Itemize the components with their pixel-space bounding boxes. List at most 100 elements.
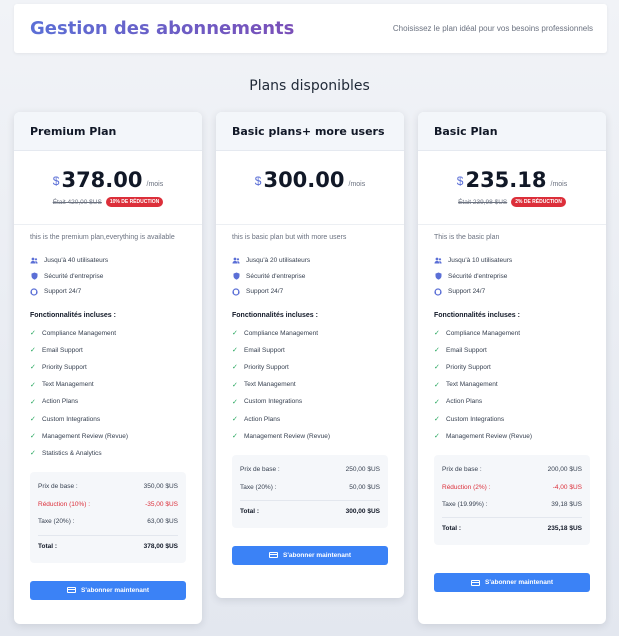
feature-item: ✓ Management Review (Revue) — [232, 428, 388, 445]
users-icon — [30, 257, 38, 265]
feature-item: ✓ Compliance Management — [30, 325, 186, 342]
feature-label: Action Plans — [244, 415, 281, 423]
price-currency: $ — [254, 174, 262, 188]
price-block: $ 378.00 /mois Était 420,00 $US 10% DE R… — [14, 151, 202, 225]
total-label: Total : — [442, 525, 462, 533]
check-icon: ✓ — [434, 347, 440, 355]
meta-item: Support 24/7 — [232, 284, 388, 300]
check-icon: ✓ — [30, 398, 36, 406]
summary-label: Prix de base : — [442, 466, 482, 474]
meta-item: Sécurité d'entreprise — [434, 269, 590, 285]
check-icon: ✓ — [232, 347, 238, 355]
feature-label: Custom Integrations — [446, 415, 505, 423]
summary-value: 50,00 $US — [349, 483, 380, 491]
plan-meta: Jusqu'à 20 utilisateurs Sécurité d'entre… — [232, 253, 388, 300]
feature-item: ✓ Email Support — [434, 342, 590, 359]
feature-item: ✓ Action Plans — [30, 393, 186, 410]
meta-text: Support 24/7 — [246, 288, 284, 296]
credit-card-icon — [67, 587, 76, 593]
subscribe-label: S'abonner maintenant — [283, 551, 351, 559]
meta-item: Support 24/7 — [434, 284, 590, 300]
total-label: Total : — [240, 507, 260, 515]
summary-label: Taxe (19.99%) : — [442, 501, 488, 509]
feature-item: ✓ Management Review (Revue) — [434, 428, 590, 445]
total-value: 235,18 $US — [547, 525, 582, 533]
shield-icon — [434, 272, 442, 280]
check-icon: ✓ — [232, 364, 238, 372]
total-value: 378,00 $US — [143, 542, 178, 550]
meta-text: Support 24/7 — [44, 288, 82, 296]
summary-row: Prix de base : 250,00 $US — [240, 461, 380, 479]
feature-item: ✓ Text Management — [232, 376, 388, 393]
feature-item: ✓ Custom Integrations — [232, 393, 388, 410]
subscribe-button[interactable]: S'abonner maintenant — [434, 573, 590, 593]
plan-card: Basic Plan $ 235.18 /mois Était 239,98 $… — [418, 112, 606, 624]
check-icon: ✓ — [232, 416, 238, 424]
check-icon: ✓ — [30, 433, 36, 441]
summary-label: Taxe (20%) : — [38, 518, 75, 526]
summary-total-row: Total : 235,18 $US — [442, 517, 582, 539]
page-subtitle: Choisissez le plan idéal pour vos besoin… — [392, 24, 593, 33]
meta-text: Support 24/7 — [448, 288, 486, 296]
summary-total-row: Total : 300,00 $US — [240, 499, 380, 522]
meta-item: Jusqu'à 40 utilisateurs — [30, 253, 186, 269]
summary-total-row: Total : 378,00 $US — [38, 534, 178, 557]
check-icon: ✓ — [30, 416, 36, 424]
plan-description: this is the premium plan,everything is a… — [30, 234, 175, 241]
plan-name: Basic plans+ more users — [216, 112, 404, 151]
summary-label: Réduction (10%) : — [38, 500, 91, 508]
plan-description: this is basic plan but with more users — [232, 234, 347, 241]
subscribe-label: S'abonner maintenant — [81, 586, 149, 594]
summary-row: Réduction (10%) : -35,00 $US — [38, 496, 178, 514]
feature-label: Action Plans — [446, 398, 483, 406]
feature-item: ✓ Priority Support — [232, 359, 388, 376]
summary-label: Réduction (2%) : — [442, 483, 491, 491]
meta-text: Sécurité d'entreprise — [246, 272, 306, 280]
feature-label: Email Support — [244, 346, 285, 354]
feature-label: Custom Integrations — [42, 415, 101, 423]
feature-label: Priority Support — [446, 363, 491, 371]
summary-value: -4,00 $US — [552, 483, 582, 491]
price-period: /mois — [348, 181, 366, 188]
feature-label: Statistics & Analytics — [42, 449, 102, 457]
subscribe-button[interactable]: S'abonner maintenant — [30, 580, 186, 600]
discount-badge: 10% DE RÉDUCTION — [105, 197, 164, 207]
page-header: Gestion des abonnements Choisissez le pl… — [14, 4, 607, 53]
check-icon: ✓ — [232, 433, 238, 441]
check-icon: ✓ — [434, 381, 440, 389]
check-icon: ✓ — [30, 381, 36, 389]
feature-label: Custom Integrations — [244, 398, 303, 406]
feature-label: Email Support — [446, 346, 487, 354]
summary-value: 63,00 $US — [147, 518, 178, 526]
check-icon: ✓ — [434, 398, 440, 406]
price-period: /mois — [550, 181, 568, 188]
price-block: $ 235.18 /mois Était 239,98 $US 2% DE RÉ… — [418, 151, 606, 225]
meta-item: Jusqu'à 20 utilisateurs — [232, 253, 388, 269]
feature-label: Management Review (Revue) — [42, 432, 128, 440]
feature-item: ✓ Custom Integrations — [434, 410, 590, 427]
shield-icon — [30, 272, 38, 280]
summary-row: Réduction (2%) : -4,00 $US — [442, 478, 582, 496]
meta-text: Jusqu'à 10 utilisateurs — [448, 257, 513, 265]
check-icon: ✓ — [30, 347, 36, 355]
plan-description: This is the basic plan — [434, 234, 500, 241]
check-icon: ✓ — [434, 433, 440, 441]
plan-meta: Jusqu'à 10 utilisateurs Sécurité d'entre… — [434, 253, 590, 300]
feature-item: ✓ Action Plans — [232, 410, 388, 427]
summary-value: 39,18 $US — [551, 501, 582, 509]
credit-card-icon — [269, 552, 278, 559]
page-title: Gestion des abonnements — [30, 18, 295, 39]
summary-value: 250,00 $US — [345, 466, 380, 474]
feature-item: ✓ Compliance Management — [434, 325, 590, 342]
feature-item: ✓ Email Support — [30, 342, 186, 359]
feature-label: Compliance Management — [446, 329, 521, 337]
summary-value: 200,00 $US — [547, 466, 582, 474]
feature-item: ✓ Statistics & Analytics — [30, 445, 186, 462]
subscribe-button[interactable]: S'abonner maintenant — [232, 545, 388, 565]
feature-label: Text Management — [244, 381, 296, 389]
feature-label: Email Support — [42, 346, 83, 354]
check-icon: ✓ — [232, 381, 238, 389]
check-icon: ✓ — [30, 450, 36, 458]
meta-item: Support 24/7 — [30, 284, 186, 300]
subscribe-label: S'abonner maintenant — [485, 579, 553, 587]
